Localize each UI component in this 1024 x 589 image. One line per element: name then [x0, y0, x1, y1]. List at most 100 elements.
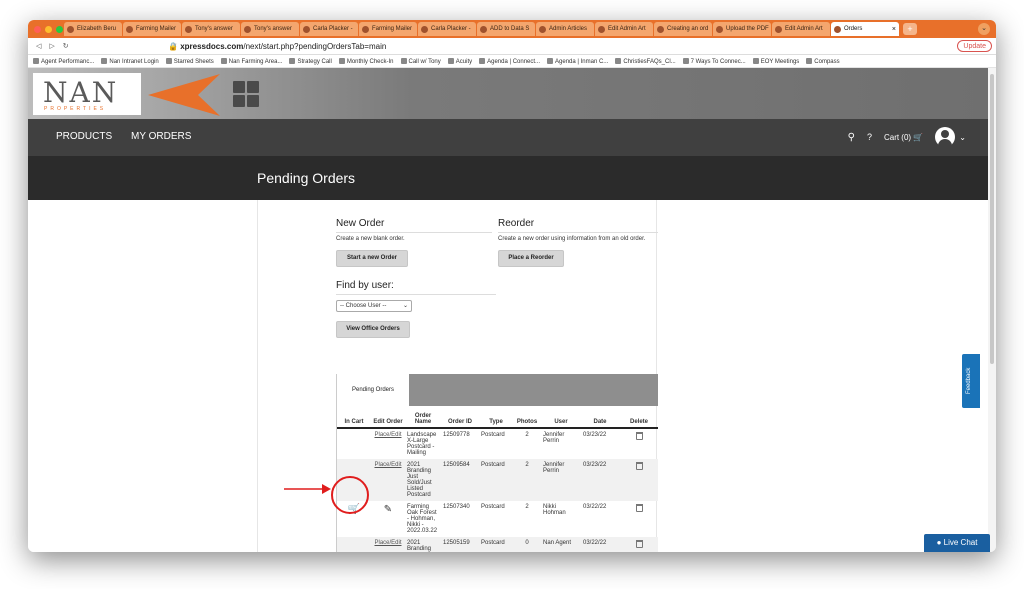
bookmark-label: EOY Meetings	[760, 58, 800, 65]
browser-tab[interactable]: Tony's answer	[241, 22, 299, 36]
nav-products[interactable]: PRODUCTS	[56, 131, 112, 142]
browser-tab[interactable]: Elizabeth Beru	[64, 22, 122, 36]
bookmark-item[interactable]: 7 Ways To Connec...	[682, 57, 746, 65]
trash-icon[interactable]	[635, 540, 643, 548]
apps-grid-icon[interactable]	[233, 81, 259, 107]
forward-icon[interactable]: ▷	[49, 42, 54, 50]
tab-menu-icon[interactable]: ⌄	[978, 23, 990, 35]
address-bar[interactable]: 🔒 xpressdocs.com/next/start.php?pendingO…	[168, 42, 386, 51]
live-chat-button[interactable]: ● Live Chat	[924, 534, 990, 552]
new-tab-button[interactable]: +	[903, 23, 917, 35]
site-header: NAN PROPERTIES	[28, 68, 988, 119]
chevron-down-icon[interactable]: ⌄	[959, 133, 966, 142]
column-header: Date	[581, 406, 619, 429]
browser-tab[interactable]: Edit Admin Art	[595, 22, 653, 36]
bookmark-item[interactable]: Compass	[806, 57, 840, 65]
user-cell: Nikki Hohman	[543, 504, 566, 516]
column-header: In Cart	[337, 406, 371, 429]
annotation-circle	[331, 476, 369, 514]
bookmark-item[interactable]: Acuity	[447, 57, 472, 65]
feedback-tab[interactable]: Feedback	[962, 354, 980, 408]
favicon-icon	[480, 25, 487, 33]
new-order-title: New Order	[336, 218, 492, 233]
browser-tab[interactable]: Admin Articles	[536, 22, 594, 36]
page-title: Pending Orders	[257, 170, 356, 186]
view-office-orders-button[interactable]: View Office Orders	[336, 321, 410, 338]
back-icon[interactable]: ◁	[36, 42, 41, 50]
delete-cell	[619, 501, 658, 537]
cart-label: Cart (0)	[883, 132, 912, 142]
reload-icon[interactable]: ↻	[63, 42, 69, 50]
trash-icon[interactable]	[635, 432, 643, 440]
maximize-window-button[interactable]	[56, 25, 63, 33]
nav-my-orders[interactable]: MY ORDERS	[131, 131, 191, 142]
logo-text: NAN	[43, 76, 119, 109]
tab-label: Edit Admin Art	[608, 26, 646, 32]
tab-label: Upload the PDF	[726, 26, 769, 32]
browser-window: Elizabeth Beru Farming Mailer Tony's answe…	[28, 20, 996, 552]
page-scrollbar[interactable]	[988, 68, 996, 552]
tab-pending-orders[interactable]: Pending Orders	[337, 374, 409, 406]
minimize-window-button[interactable]	[45, 25, 52, 33]
pencil-icon[interactable]: ✎	[384, 504, 392, 515]
cart-icon: 🛒	[913, 132, 924, 142]
date-cell: 03/23/22	[581, 459, 619, 501]
close-tab-icon[interactable]: ×	[892, 26, 896, 33]
search-icon[interactable]: ⚲	[848, 132, 855, 143]
bookmark-item[interactable]: Agent Performanc...	[33, 57, 94, 65]
avatar[interactable]	[935, 127, 956, 147]
bookmark-item[interactable]: Monthly Check-In	[338, 57, 394, 65]
browser-tab[interactable]: Farming Mailer	[123, 22, 181, 36]
column-header: Photos	[513, 406, 541, 429]
bookmark-item[interactable]: Agenda | Connect...	[479, 57, 540, 65]
place-edit-link[interactable]: Place/Edit	[374, 540, 401, 546]
favicon-icon	[126, 25, 133, 33]
column-header: Order Name	[405, 406, 441, 429]
bookmark-icon	[289, 57, 296, 64]
cart-link[interactable]: Cart (0) 🛒	[884, 133, 923, 142]
find-by-user-title: Find by user:	[336, 280, 496, 295]
place-edit-link[interactable]: Place/Edit	[374, 462, 401, 468]
browser-tab[interactable]: Farming Mailer	[359, 22, 417, 36]
place-edit-link[interactable]: Place/Edit	[374, 432, 401, 438]
column-header: Edit Order	[371, 406, 405, 429]
browser-tab[interactable]: Edit Admin Art	[772, 22, 830, 36]
bookmark-item[interactable]: Strategy Call	[289, 57, 332, 65]
web-page: NAN PROPERTIES PRODUCTS MY ORDERS ⚲ ? Ca…	[28, 68, 988, 552]
browser-tab[interactable]: Creating an ord	[654, 22, 712, 36]
browser-tab[interactable]: Orders ×	[831, 22, 899, 36]
help-icon[interactable]: ?	[867, 132, 872, 142]
bookmark-item[interactable]: ChristiesFAQs_Cl...	[615, 57, 676, 65]
choose-user-select[interactable]: -- Choose User -- ⌄	[336, 300, 412, 312]
close-window-button[interactable]	[34, 25, 41, 33]
table-row: Place/Edit 2021 Branding Just12505159Post…	[337, 537, 658, 552]
favicon-icon	[185, 25, 192, 33]
browser-tab[interactable]: ADD to Data S	[477, 22, 535, 36]
update-button[interactable]: Update	[957, 40, 992, 52]
tab-label: Farming Mailer	[136, 26, 177, 32]
bookmark-item[interactable]: Call w/ Tony	[400, 57, 441, 65]
place-reorder-button[interactable]: Place a Reorder	[498, 250, 564, 267]
browser-tab[interactable]: Carla Placker -	[418, 22, 476, 36]
nan-logo[interactable]: NAN PROPERTIES	[33, 73, 141, 115]
browser-tab[interactable]: Upload the PDF	[713, 22, 771, 36]
bookmark-icon	[547, 57, 554, 64]
bookmark-item[interactable]: Nan Intranet Login	[101, 57, 159, 65]
scrollbar-thumb[interactable]	[990, 74, 994, 364]
user-cell: Nan Agent	[541, 537, 581, 552]
bookmark-item[interactable]: Agenda | Inman C...	[547, 57, 608, 65]
start-new-order-button[interactable]: Start a new Order	[336, 250, 408, 267]
tab-label: Carla Placker -	[431, 26, 471, 32]
bookmark-item[interactable]: Nan Farming Area...	[220, 57, 282, 65]
trash-icon[interactable]	[635, 462, 643, 470]
bookmark-item[interactable]: Starred Sheets	[165, 57, 214, 65]
browser-tab[interactable]: Tony's answer	[182, 22, 240, 36]
bookmark-item[interactable]: EOY Meetings	[752, 57, 800, 65]
trash-icon[interactable]	[635, 504, 643, 512]
new-order-desc: Create a new blank order.	[336, 236, 405, 242]
browser-tab[interactable]: Carla Placker -	[300, 22, 358, 36]
date-cell: 03/22/22	[581, 537, 619, 552]
photos-cell: 2	[513, 459, 541, 501]
bookmark-icon	[806, 57, 813, 64]
edit-order-cell: Place/Edit	[371, 428, 405, 459]
